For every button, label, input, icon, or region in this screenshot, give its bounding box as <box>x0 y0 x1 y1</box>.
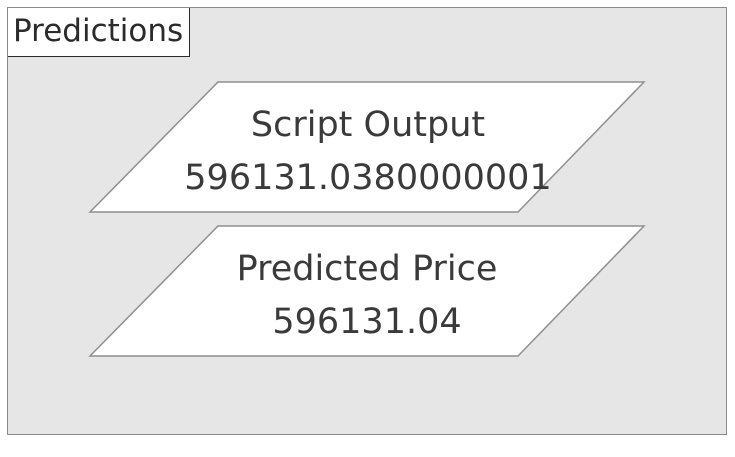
script-output-label: Script Output <box>251 105 485 145</box>
script-output-value: 596131.0380000001 <box>184 158 551 198</box>
script-output-node: Script Output 596131.0380000001 <box>88 81 646 213</box>
predicted-price-node: Predicted Price 596131.04 <box>88 225 646 357</box>
predicted-price-label: Predicted Price <box>237 249 498 289</box>
diagram-canvas: Script Output 596131.0380000001 Predicte… <box>88 81 646 357</box>
predicted-price-value: 596131.04 <box>272 302 461 342</box>
